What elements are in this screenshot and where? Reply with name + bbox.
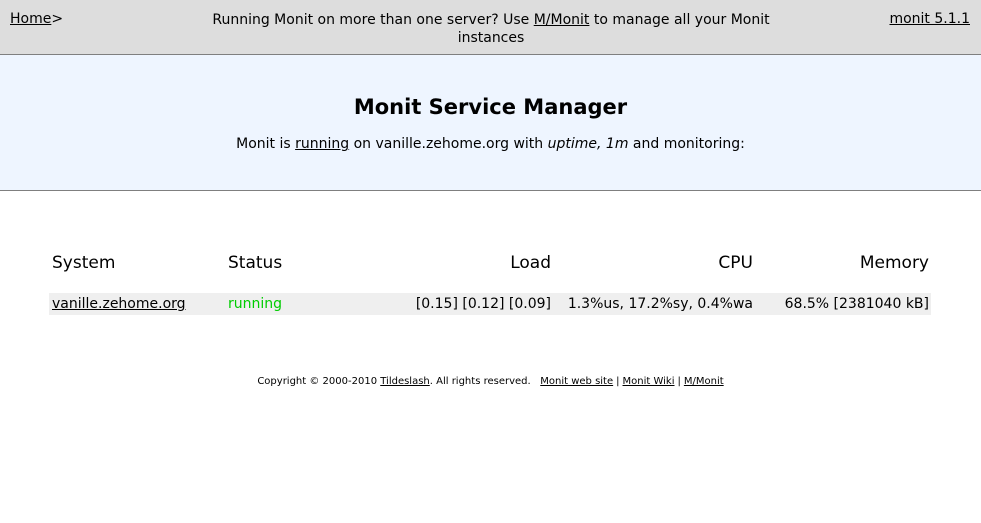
column-header-cpu: CPU bbox=[718, 253, 753, 273]
mmonit-promo-message: Running Monit on more than one server? U… bbox=[200, 11, 782, 47]
monit-wiki-link[interactable]: Monit Wiki bbox=[623, 376, 675, 387]
running-link[interactable]: running bbox=[295, 136, 349, 152]
home-breadcrumb: Home> bbox=[10, 11, 63, 27]
footer-mmonit-link[interactable]: M/Monit bbox=[684, 376, 724, 387]
uptime-value: uptime, 1m bbox=[547, 136, 629, 152]
memory-value: 68.5% [2381040 kB] bbox=[784, 296, 929, 312]
monit-version-link[interactable]: monit 5.1.1 bbox=[889, 11, 970, 27]
copyright-text: Copyright © 2000-2010 bbox=[257, 376, 381, 387]
monit-status-line: Monit is running on vanille.zehome.org w… bbox=[0, 136, 981, 152]
status-host: on vanille.zehome.org with bbox=[349, 136, 548, 152]
column-header-status: Status bbox=[228, 253, 283, 273]
status-value: running bbox=[228, 296, 283, 312]
table-row: vanille.zehome.org running [0.15] [0.12]… bbox=[49, 293, 931, 315]
top-bar: Home> Running Monit on more than one ser… bbox=[0, 0, 981, 55]
cpu-value: 1.3%us, 17.2%sy, 0.4%wa bbox=[567, 296, 753, 312]
status-suffix: and monitoring: bbox=[628, 136, 745, 152]
header-band: Monit Service Manager Monit is running o… bbox=[0, 55, 981, 191]
column-header-load: Load bbox=[510, 253, 551, 273]
promo-text-prefix: Running Monit on more than one server? U… bbox=[212, 12, 534, 28]
home-link[interactable]: Home bbox=[10, 11, 51, 27]
status-prefix: Monit is bbox=[236, 136, 296, 152]
monit-website-link[interactable]: Monit web site bbox=[540, 376, 613, 387]
rights-text: . All rights reserved. bbox=[429, 376, 531, 387]
load-value: [0.15] [0.12] [0.09] bbox=[415, 296, 551, 312]
system-name-link[interactable]: vanille.zehome.org bbox=[52, 296, 186, 312]
footer-separator: | bbox=[677, 376, 681, 387]
mmonit-link[interactable]: M/Monit bbox=[534, 12, 590, 28]
tildeslash-link[interactable]: Tildeslash bbox=[380, 376, 430, 387]
column-header-memory: Memory bbox=[859, 253, 929, 273]
footer: Copyright © 2000-2010 Tildeslash. All ri… bbox=[0, 376, 981, 387]
page-title: Monit Service Manager bbox=[353, 95, 628, 119]
footer-separator: | bbox=[616, 376, 620, 387]
breadcrumb-separator: > bbox=[51, 11, 64, 27]
column-header-system: System bbox=[52, 253, 116, 273]
